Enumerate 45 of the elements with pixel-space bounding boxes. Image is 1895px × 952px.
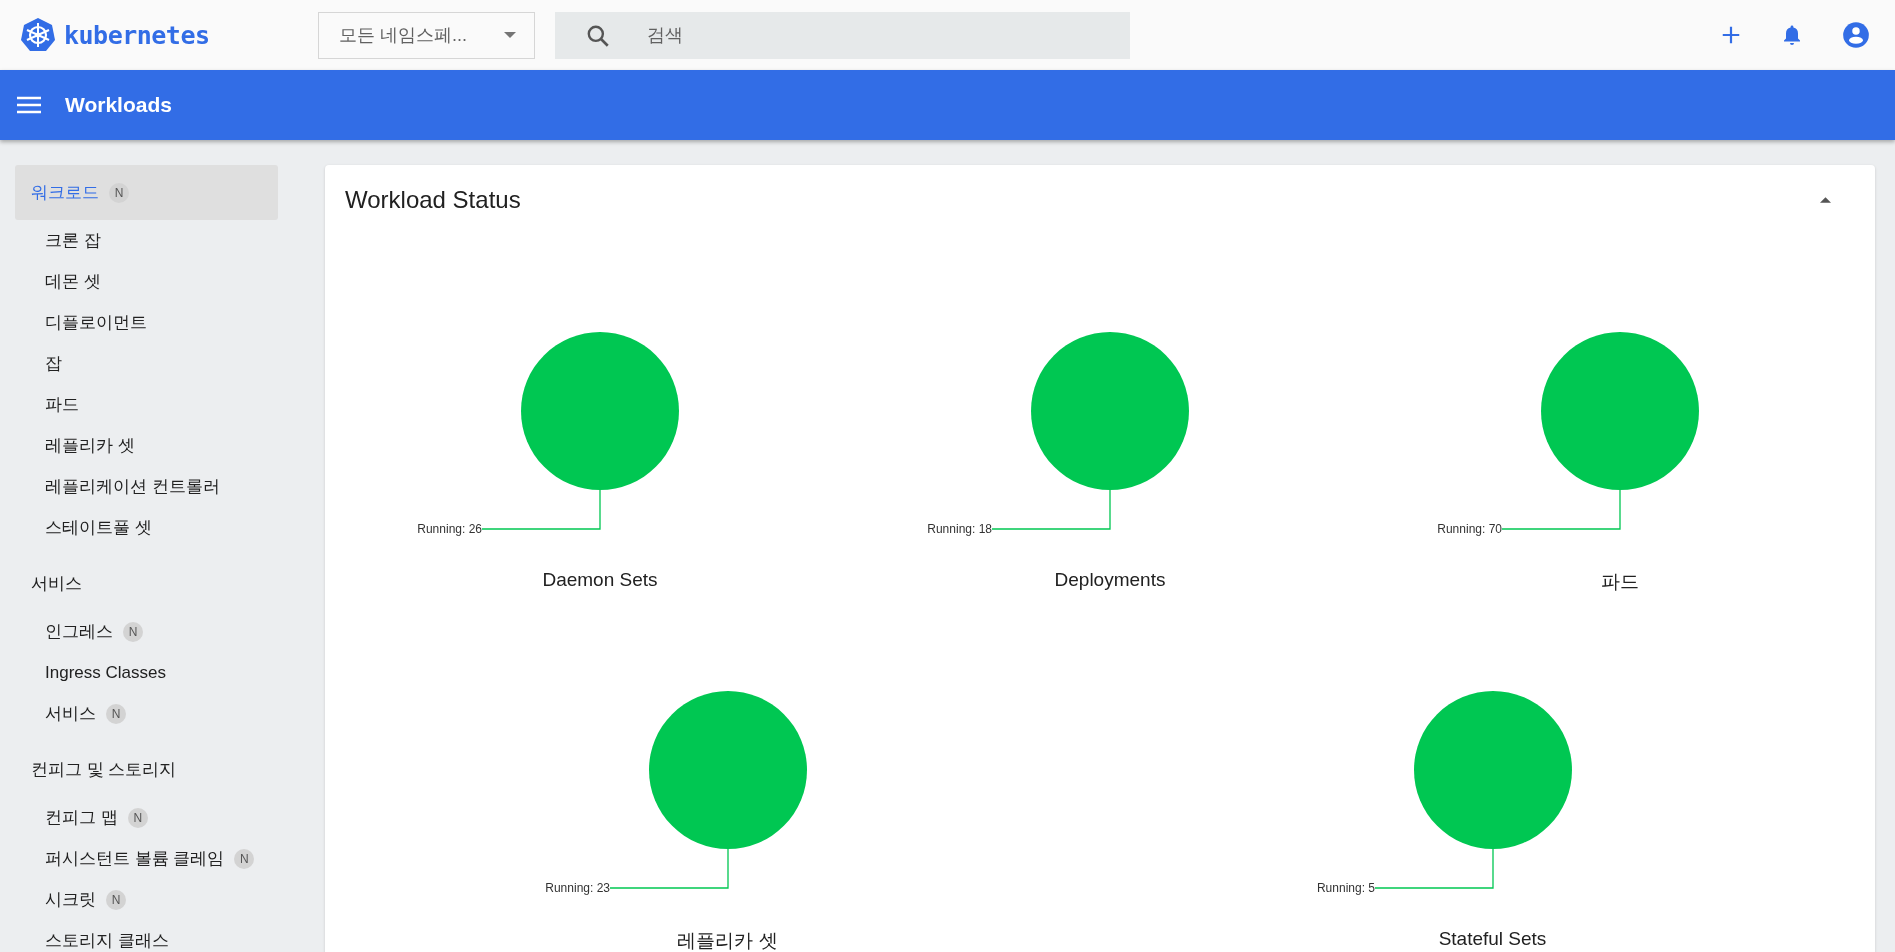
- value-label: Running: 23: [544, 881, 610, 895]
- new-badge: N: [127, 807, 148, 828]
- plus-icon[interactable]: [1720, 24, 1742, 46]
- new-badge: N: [109, 182, 129, 203]
- value-label: Running: 70: [1437, 522, 1502, 536]
- nav-item[interactable]: 크론 잡: [15, 220, 278, 261]
- namespace-dropdown[interactable]: 모든 네임스페...: [318, 11, 535, 59]
- nav-item[interactable]: 퍼시스턴트 볼륨 클레임 N: [15, 838, 278, 879]
- nav-item[interactable]: 시크릿 N: [15, 879, 278, 920]
- chart-title: Stateful Sets: [1438, 928, 1547, 950]
- card-title: Workload Status: [345, 186, 521, 214]
- new-badge: N: [234, 848, 255, 869]
- nav-item[interactable]: 디플로이먼트: [15, 302, 278, 343]
- logo-text[interactable]: kubernetes: [64, 20, 210, 50]
- nav-item[interactable]: 인그레스 N: [15, 611, 278, 652]
- search-field[interactable]: 검색: [555, 11, 1130, 59]
- nav-item[interactable]: 레플리카 셋: [15, 425, 278, 466]
- nav-item[interactable]: 데몬 셋: [15, 261, 278, 302]
- chart-title: Daemon Sets: [542, 569, 658, 591]
- nav-item[interactable]: 서비스 N: [15, 693, 278, 734]
- page-title: Workloads: [65, 93, 172, 117]
- new-badge: N: [106, 889, 126, 910]
- value-label: Running: 5: [1316, 881, 1375, 895]
- menu-icon[interactable]: [17, 96, 41, 114]
- nav-section[interactable]: 서비스: [15, 556, 278, 611]
- collapse-icon[interactable]: [1820, 197, 1831, 203]
- helm-wheel-logo-icon: [20, 17, 56, 53]
- nav-section[interactable]: 컨피그 및 스토리지: [15, 742, 278, 797]
- chart-title: 레플리카 셋: [677, 929, 778, 952]
- nav-item[interactable]: 스토리지 클래스: [15, 920, 278, 952]
- value-label: Running: 26: [417, 522, 482, 536]
- nav-item[interactable]: 레플리케이션 컨트롤러: [15, 466, 278, 507]
- account-icon[interactable]: [1842, 21, 1870, 49]
- nav-section[interactable]: 워크로드 N: [15, 165, 278, 220]
- chart-title: 파드: [1601, 570, 1639, 594]
- new-badge: N: [106, 703, 126, 724]
- nav-item[interactable]: 잡: [15, 343, 278, 384]
- nav-item[interactable]: 스테이트풀 셋: [15, 507, 278, 548]
- value-label: Running: 18: [927, 522, 992, 536]
- nav-item[interactable]: 컨피그 맵 N: [15, 797, 278, 838]
- caret-icon: [504, 32, 516, 38]
- new-badge: N: [123, 621, 143, 642]
- nav-item[interactable]: Ingress Classes: [15, 652, 278, 693]
- chart-title: Deployments: [1054, 569, 1166, 591]
- nav-item[interactable]: 파드: [15, 384, 278, 425]
